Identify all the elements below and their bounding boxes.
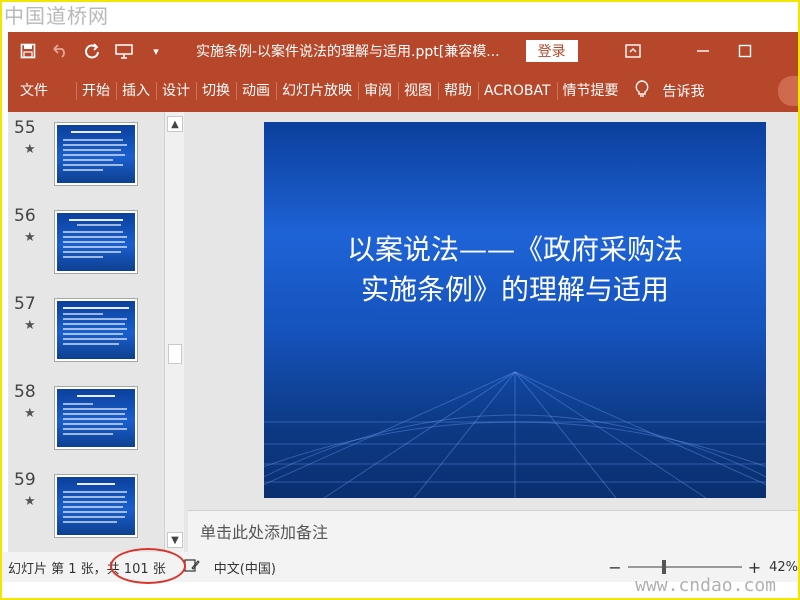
tell-me-label: 告诉我 [662, 84, 705, 100]
slide-number: 59 [14, 470, 36, 490]
thumbnail-image [57, 389, 135, 447]
slide-thumbnail[interactable] [54, 210, 138, 274]
avatar[interactable] [778, 76, 800, 106]
zoom-slider-knob[interactable] [661, 560, 666, 574]
scroll-down-arrow-icon[interactable]: ▼ [167, 532, 183, 548]
slide-editor: 以案说法——《政府采购法 实施条例》的理解与适用 [188, 112, 800, 510]
scroll-up-arrow-icon[interactable]: ▲ [167, 116, 183, 132]
slide-number: 55 [14, 118, 36, 138]
tab-home[interactable]: 开始 [76, 70, 116, 112]
thumbnail-row[interactable]: 57 ★ [8, 294, 168, 374]
thumbnail-row[interactable]: 59 ★ [8, 470, 168, 550]
notes-placeholder: 单击此处添加备注 [200, 523, 329, 542]
tab-transitions[interactable]: 切换 [196, 70, 236, 112]
customize-qat-icon[interactable]: ▾ [144, 39, 168, 63]
login-button[interactable]: 登录 [525, 40, 578, 62]
slide-title[interactable]: 以案说法——《政府采购法 实施条例》的理解与适用 [284, 230, 746, 310]
main-area: 55 ★ 56 ★ 57 ★ 58 ★ 59 ★ ▲ ▼ 以案说法——《政府采购… [8, 112, 800, 552]
slide-thumbnail[interactable] [54, 298, 138, 362]
tab-view[interactable]: 视图 [398, 70, 438, 112]
slide-number: 57 [14, 294, 36, 314]
zoom-slider[interactable] [627, 560, 742, 574]
notes-pane[interactable]: 单击此处添加备注 [188, 510, 800, 552]
tell-me-box[interactable]: 告诉我 [635, 80, 705, 102]
tab-review[interactable]: 审阅 [358, 70, 398, 112]
ribbon-display-icon[interactable] [618, 39, 648, 63]
animation-star-icon: ★ [24, 494, 36, 509]
current-slide[interactable]: 以案说法——《政府采购法 实施条例》的理解与适用 [264, 122, 766, 498]
maximize-icon[interactable] [730, 39, 760, 63]
annotation-circle [110, 548, 186, 584]
zoom-in-button[interactable]: + [748, 558, 761, 577]
thumbnail-image [57, 213, 135, 271]
tab-insert[interactable]: 插入 [116, 70, 156, 112]
minimize-icon[interactable] [688, 39, 718, 63]
slide-background-grid [264, 371, 766, 498]
slide-title-line-2: 实施条例》的理解与适用 [360, 273, 669, 306]
tab-slideshow[interactable]: 幻灯片放映 [276, 70, 358, 112]
title-bar: ▾ 实施条例-以案件说法的理解与适用.ppt[兼容模... 登录 [8, 32, 800, 70]
undo-icon[interactable] [48, 39, 72, 63]
thumbnail-row[interactable]: 55 ★ [8, 118, 168, 198]
slide-thumbnail[interactable] [54, 474, 138, 538]
save-icon[interactable] [16, 39, 40, 63]
ribbon-tabs: 文件 开始 插入 设计 切换 动画 幻灯片放映 审阅 视图 帮助 ACROBAT… [8, 70, 800, 112]
thumbnail-image [57, 301, 135, 359]
tab-help[interactable]: 帮助 [438, 70, 478, 112]
watermark-top: 中国道桥网 [4, 4, 109, 28]
slide-thumbnail[interactable] [54, 122, 138, 186]
lightbulb-icon [635, 80, 649, 102]
watermark-bottom: www.cndao.com [635, 575, 776, 596]
tab-storyboard[interactable]: 情节提要 [556, 70, 625, 112]
thumbnail-panel: 55 ★ 56 ★ 57 ★ 58 ★ 59 ★ ▲ ▼ [8, 112, 186, 552]
language-indicator[interactable]: 中文(中国) [214, 558, 276, 577]
tab-design[interactable]: 设计 [156, 70, 196, 112]
tab-animations[interactable]: 动画 [236, 70, 276, 112]
slide-number: 56 [14, 206, 36, 226]
tab-file[interactable]: 文件 [8, 70, 54, 112]
slide-number: 58 [14, 382, 36, 402]
thumbnail-image [57, 125, 135, 183]
thumbnail-scrollbar[interactable]: ▲ ▼ [164, 112, 184, 552]
scroll-thumb[interactable] [168, 344, 182, 364]
thumbnail-row[interactable]: 56 ★ [8, 206, 168, 286]
thumbnail-image [57, 477, 135, 535]
tab-acrobat[interactable]: ACROBAT [478, 70, 557, 112]
animation-star-icon: ★ [24, 318, 36, 333]
slide-thumbnail[interactable] [54, 386, 138, 450]
document-title: 实施条例-以案件说法的理解与适用.ppt[兼容模... [196, 44, 500, 60]
zoom-out-button[interactable]: − [608, 558, 621, 577]
thumbnail-row[interactable]: 58 ★ [8, 382, 168, 462]
present-icon[interactable] [112, 39, 136, 63]
notes-edit-icon[interactable] [184, 558, 200, 576]
animation-star-icon: ★ [24, 142, 36, 157]
zoom-level[interactable]: 42% [769, 560, 798, 575]
slide-title-line-1: 以案说法——《政府采购法 [346, 233, 683, 266]
animation-star-icon: ★ [24, 230, 36, 245]
redo-icon[interactable] [80, 39, 104, 63]
animation-star-icon: ★ [24, 406, 36, 421]
